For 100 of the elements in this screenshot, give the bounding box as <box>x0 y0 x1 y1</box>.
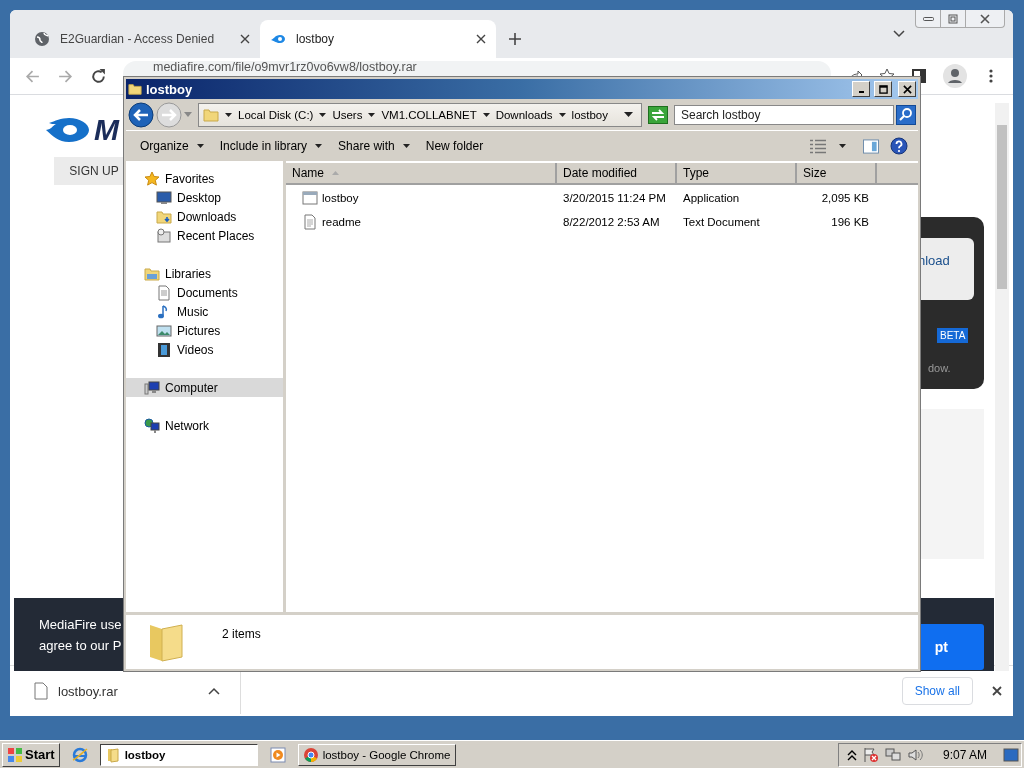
logo-text[interactable]: M <box>94 113 119 147</box>
profile-icon[interactable] <box>943 64 967 88</box>
file-name[interactable]: lostboy <box>322 192 359 204</box>
minimize-icon <box>858 91 864 93</box>
nav-item[interactable]: Downloads <box>126 207 283 226</box>
caret-icon[interactable] <box>225 112 232 117</box>
chevron-up-icon[interactable] <box>208 687 220 695</box>
back-icon[interactable] <box>128 101 154 128</box>
close-icon <box>902 84 912 94</box>
close-button[interactable] <box>898 81 916 97</box>
search-field[interactable]: Search lostboy <box>674 104 894 125</box>
caret-icon <box>315 144 323 148</box>
flag-icon[interactable] <box>862 746 879 763</box>
file-type: Text Document <box>682 216 761 228</box>
caret-icon[interactable] <box>624 112 633 117</box>
toolbar-button[interactable]: Share with <box>332 136 416 156</box>
scrollbar[interactable] <box>995 103 1009 671</box>
close-tab-icon[interactable] <box>240 34 250 44</box>
clock: 9:07 AM <box>942 747 987 762</box>
preview-pane-icon[interactable] <box>862 138 880 154</box>
text-file-icon <box>302 214 318 230</box>
reload-icon[interactable] <box>90 67 107 85</box>
nav-item[interactable]: Network <box>126 416 283 435</box>
breadcrumb-item[interactable]: Downloads <box>495 108 553 121</box>
nav-item[interactable]: Videos <box>126 340 283 359</box>
caret-icon[interactable] <box>368 112 376 117</box>
column-header[interactable]: Date modified <box>557 163 677 185</box>
cookie-text: agree to our P <box>39 637 122 653</box>
maximize-icon <box>878 84 888 94</box>
nav-item[interactable]: Music <box>126 302 283 321</box>
folder-icon <box>156 208 172 225</box>
caret-icon[interactable] <box>482 112 490 117</box>
library-icon <box>144 265 160 282</box>
caret-icon <box>402 144 410 148</box>
restore-icon <box>947 12 959 25</box>
nav-item[interactable]: Computer <box>126 378 283 397</box>
document-icon <box>156 284 172 301</box>
card-note: dow. <box>928 362 951 374</box>
close-tab-icon[interactable] <box>476 34 486 44</box>
caret-icon[interactable] <box>319 112 327 117</box>
breadcrumb-item[interactable]: lostboy <box>571 108 608 121</box>
show-desktop-icon[interactable] <box>1003 746 1019 763</box>
column-header[interactable]: Size <box>797 163 877 185</box>
caret-icon[interactable] <box>558 112 566 117</box>
sort-arrow-icon <box>332 171 339 175</box>
breadcrumb-item[interactable]: Users <box>332 108 363 121</box>
toolbar-button[interactable]: Include in library <box>213 136 329 156</box>
file-name[interactable]: readme <box>322 216 361 228</box>
search-icon[interactable] <box>896 104 916 125</box>
breadcrumb-item[interactable]: Local Disk (C:) <box>238 108 314 121</box>
folder-icon <box>203 106 219 123</box>
toolbar-button[interactable]: New folder <box>419 136 490 156</box>
start-logo-icon <box>7 746 23 763</box>
address-bar[interactable]: Local Disk (C:) Users VM1.COLLABNET Downloads lostboy <box>198 102 642 127</box>
taskbar-button[interactable]: lostboy - Google Chrome <box>297 743 456 766</box>
breadcrumb-item[interactable]: VM1.COLLABNET <box>381 108 477 121</box>
help-icon[interactable] <box>890 137 908 155</box>
cookie-text: MediaFire use <box>39 616 122 632</box>
taskbar-button[interactable]: lostboy <box>99 743 258 766</box>
column-header[interactable]: Name <box>286 163 557 185</box>
monitor-icon <box>156 189 172 206</box>
refresh-icon[interactable] <box>648 105 668 124</box>
show-all-button[interactable]: Show all <box>901 677 973 705</box>
caret-icon <box>196 144 204 148</box>
nav-item[interactable]: Pictures <box>126 321 283 340</box>
close-icon[interactable] <box>991 685 1003 697</box>
file-date: 8/22/2012 2:53 AM <box>562 216 661 228</box>
file-date: 3/20/2015 11:24 PM <box>562 192 667 204</box>
nav-item[interactable]: Desktop <box>126 188 283 207</box>
globe-icon <box>34 31 50 47</box>
minimize-icon <box>922 16 934 21</box>
nav-item[interactable]: Libraries <box>126 264 283 283</box>
toolbar-button[interactable]: Organize <box>134 136 210 156</box>
picture-icon <box>156 322 172 339</box>
chevron-up-icon[interactable] <box>846 748 857 761</box>
browser-tab[interactable]: lostboy <box>260 20 496 58</box>
start-button[interactable]: Start <box>2 742 60 767</box>
browser-icon[interactable] <box>71 746 88 763</box>
network-icon[interactable] <box>884 746 901 763</box>
file-icon <box>34 682 48 700</box>
new-tab-icon[interactable] <box>508 32 522 46</box>
item-count: 2 items <box>222 627 261 641</box>
chevron-down-icon[interactable] <box>893 30 905 38</box>
browser-tab[interactable]: E2Guardian - Access Denied <box>24 20 260 58</box>
file-type: Application <box>682 192 741 204</box>
file-size: 2,095 KB <box>820 192 870 204</box>
view-options-icon[interactable] <box>809 138 827 154</box>
download-file-name[interactable]: lostboy.rar <box>58 683 198 699</box>
speaker-icon[interactable] <box>906 746 923 763</box>
nav-item[interactable]: Documents <box>126 283 283 302</box>
flame-icon <box>44 116 92 144</box>
computer-icon <box>144 379 160 396</box>
star-icon <box>144 170 160 187</box>
column-header[interactable]: Type <box>677 163 797 185</box>
network-icon <box>144 417 160 434</box>
recent-places-icon <box>156 227 172 244</box>
caret-icon[interactable] <box>839 144 846 148</box>
nav-item[interactable]: Recent Places <box>126 226 283 245</box>
beta-badge: BETA <box>937 328 969 343</box>
close-icon <box>979 12 991 25</box>
